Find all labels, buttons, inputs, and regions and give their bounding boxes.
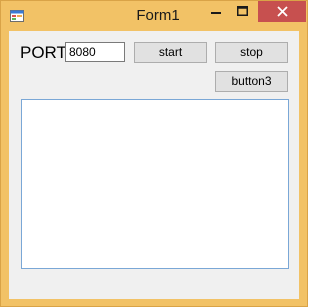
port-input[interactable] bbox=[65, 42, 125, 62]
close-icon bbox=[276, 6, 288, 17]
maximize-icon bbox=[237, 6, 248, 16]
minimize-button[interactable] bbox=[202, 1, 229, 21]
minimize-icon bbox=[210, 12, 221, 14]
maximize-button[interactable] bbox=[229, 1, 256, 21]
stop-button[interactable]: stop bbox=[215, 42, 288, 63]
port-label: PORT bbox=[20, 43, 67, 62]
title-bar[interactable]: Form1 bbox=[1, 1, 307, 31]
button3[interactable]: button3 bbox=[215, 71, 288, 92]
window-title-text: Form1 bbox=[136, 7, 180, 24]
output-textbox[interactable] bbox=[21, 99, 289, 269]
form1-window: Form1 PORT start stop button3 bbox=[0, 0, 308, 307]
close-button[interactable] bbox=[258, 1, 306, 22]
start-button[interactable]: start bbox=[134, 42, 207, 63]
form-client-area: PORT start stop button3 bbox=[9, 31, 299, 299]
